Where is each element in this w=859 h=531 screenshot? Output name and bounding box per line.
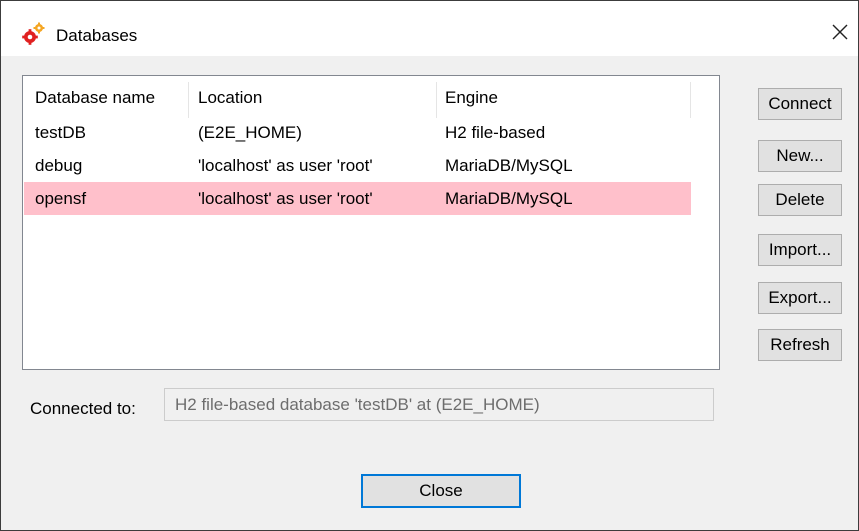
new-button[interactable]: New... xyxy=(758,140,842,172)
column-divider[interactable] xyxy=(188,82,189,118)
database-table[interactable]: Database name Location Engine testDB (E2… xyxy=(22,75,720,370)
connected-to-field xyxy=(164,388,714,421)
close-icon[interactable] xyxy=(829,21,851,43)
column-header-location[interactable]: Location xyxy=(198,88,262,108)
column-header-database-name[interactable]: Database name xyxy=(35,88,155,108)
column-divider[interactable] xyxy=(690,82,691,118)
connected-to-label: Connected to: xyxy=(30,399,136,418)
export-button[interactable]: Export... xyxy=(758,282,842,314)
table-row[interactable]: debug 'localhost' as user 'root' MariaDB… xyxy=(24,149,691,182)
database-gears-icon xyxy=(22,22,45,45)
cell-location: 'localhost' as user 'root' xyxy=(198,156,373,175)
refresh-button[interactable]: Refresh xyxy=(758,329,842,361)
close-button[interactable]: Close xyxy=(361,474,521,508)
cell-engine: MariaDB/MySQL xyxy=(445,156,573,175)
import-button[interactable]: Import... xyxy=(758,234,842,266)
title-bar: Databases xyxy=(1,1,858,56)
column-header-engine[interactable]: Engine xyxy=(445,88,498,108)
window-title: Databases xyxy=(56,26,138,45)
table-row-selected[interactable]: opensf 'localhost' as user 'root' MariaD… xyxy=(24,182,691,215)
table-row[interactable]: testDB (E2E_HOME) H2 file-based xyxy=(24,116,691,149)
databases-dialog: Databases Database name Location Engine … xyxy=(0,0,859,531)
cell-location: 'localhost' as user 'root' xyxy=(198,189,373,208)
cell-engine: H2 file-based xyxy=(445,123,546,142)
cell-engine: MariaDB/MySQL xyxy=(445,189,573,208)
column-divider[interactable] xyxy=(436,82,437,118)
connect-button[interactable]: Connect xyxy=(758,88,842,120)
delete-button[interactable]: Delete xyxy=(758,184,842,216)
cell-database-name: opensf xyxy=(35,189,87,208)
cell-database-name: testDB xyxy=(35,123,87,142)
cell-location: (E2E_HOME) xyxy=(198,123,302,142)
cell-database-name: debug xyxy=(35,156,83,175)
